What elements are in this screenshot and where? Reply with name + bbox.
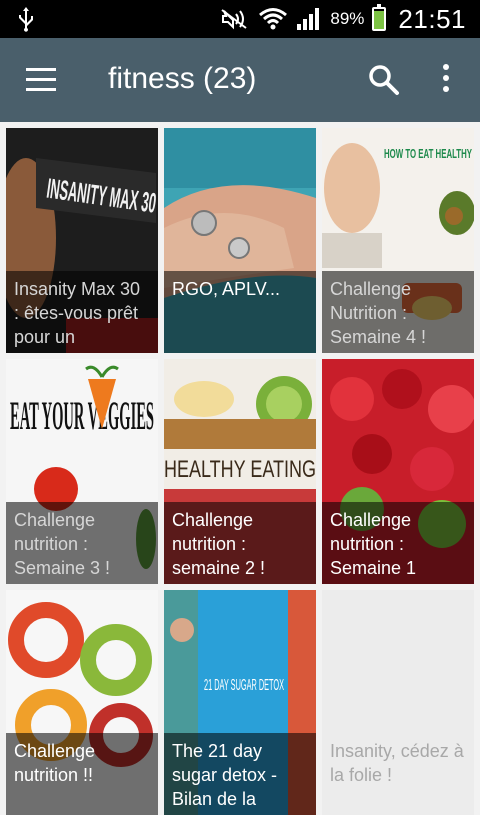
mute-icon — [221, 9, 247, 30]
article-tile[interactable]: HOW TO EAT HEALTHY Challenge Nutrition :… — [322, 128, 474, 353]
search-icon[interactable] — [366, 62, 402, 98]
wifi-icon — [259, 8, 288, 30]
article-tile[interactable]: HEALTHY EATING Challenge nutrition : sem… — [164, 359, 316, 584]
page-title: fitness (23) — [108, 62, 257, 95]
status-bar: 89% 21:51 — [0, 0, 480, 38]
clock: 21:51 — [398, 3, 466, 34]
menu-icon[interactable] — [26, 68, 56, 92]
signal-icon — [297, 8, 320, 30]
article-tile[interactable]: RGO, APLV... — [164, 128, 316, 353]
tile-image-text: HEALTHY EATING — [164, 456, 316, 483]
article-tile[interactable]: EAT YOUR VEGGIES Challenge nutrition : S… — [6, 359, 158, 584]
tile-title: RGO, APLV... — [164, 271, 316, 353]
usb-icon — [19, 7, 33, 32]
tile-title: Challenge nutrition : Semaine 1 — [322, 502, 474, 584]
article-tile[interactable]: 21 DAY SUGAR DETOX The 21 day sugar deto… — [164, 590, 316, 815]
article-tile[interactable]: Challenge nutrition : Semaine 1 — [322, 359, 474, 584]
tile-title: Challenge nutrition !! — [6, 733, 158, 815]
app-bar: fitness (23) — [0, 38, 480, 122]
article-tile[interactable]: INSANITY MAX 30 Insanity Max 30 : êtes-v… — [6, 128, 158, 353]
tile-title: Insanity, cédez à la folie ! — [330, 741, 464, 785]
more-vertical-icon[interactable] — [440, 64, 452, 96]
article-grid: INSANITY MAX 30 Insanity Max 30 : êtes-v… — [0, 122, 480, 815]
battery-icon — [372, 4, 387, 31]
battery-percent: 89% — [330, 9, 365, 28]
article-tile[interactable]: Challenge nutrition !! — [6, 590, 158, 815]
tile-image-text: EAT YOUR VEGGIES — [10, 393, 154, 438]
tile-title: Challenge nutrition : Semaine 3 ! — [6, 502, 158, 584]
tile-title: Challenge nutrition : semaine 2 ! — [164, 502, 316, 584]
tile-image-text: HOW TO EAT HEALTHY — [384, 146, 472, 161]
article-tile[interactable]: Insanity, cédez à la folie ! — [322, 590, 474, 815]
tile-title: Challenge Nutrition : Semaine 4 ! — [322, 271, 474, 353]
tile-title: Insanity Max 30 : êtes-vous prêt pour un — [6, 271, 158, 353]
tile-title: The 21 day sugar detox - Bilan de la — [164, 733, 316, 815]
tile-image-text: 21 DAY SUGAR DETOX — [204, 677, 284, 694]
